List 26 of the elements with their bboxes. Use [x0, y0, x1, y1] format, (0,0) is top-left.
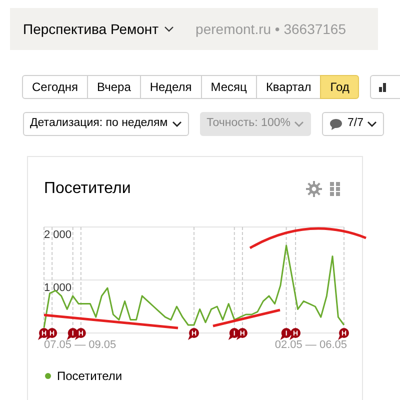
period-tab[interactable]: Квартал	[256, 75, 322, 99]
bars-icon	[379, 82, 386, 92]
axis-label: 1 000	[44, 282, 72, 294]
counter-selector[interactable]: Перспектива Ремонт	[23, 18, 174, 40]
site-info: peremont.ru • 36637165	[196, 20, 346, 39]
period-tab[interactable]: Вчера	[87, 75, 141, 99]
chevron-icon	[172, 120, 182, 128]
marker-stroke	[212, 308, 280, 328]
settings-icon[interactable]	[306, 181, 322, 197]
chart-type-button[interactable]	[370, 75, 400, 99]
dropdown-button[interactable]: Детализация: по неделям	[23, 112, 189, 136]
chevron-icon	[294, 120, 304, 128]
axis-label: 02.05 — 06.05	[274, 339, 347, 351]
widget-title: Посетители	[44, 179, 131, 199]
axis-label: 2 000	[44, 229, 72, 241]
period-tab[interactable]: Месяц	[200, 75, 257, 99]
legend-label: Посетители	[57, 368, 122, 385]
axis-label: 07.05 — 09.05	[44, 339, 116, 351]
period-tab[interactable]: Неделя	[140, 75, 202, 99]
chevron-icon	[164, 26, 174, 32]
drag-handle-icon[interactable]	[330, 182, 340, 196]
comments-button[interactable]: 7/7	[322, 112, 384, 136]
comment-icon	[329, 118, 344, 130]
period-tab[interactable]: Сегодня	[22, 75, 88, 99]
period-tab[interactable]: Год	[320, 75, 360, 99]
chevron-icon	[367, 120, 378, 128]
